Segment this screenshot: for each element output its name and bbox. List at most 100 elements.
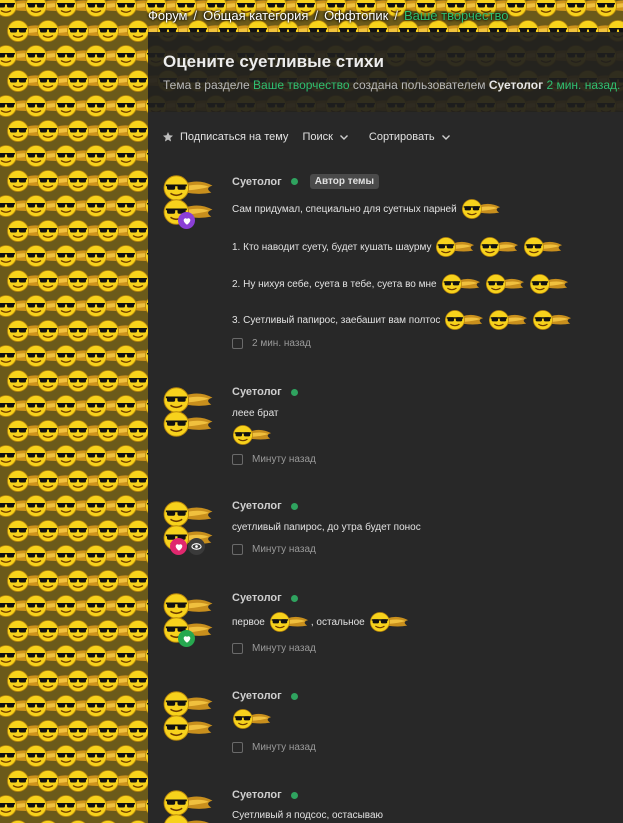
meta-author-link[interactable]: Суетолог [489, 78, 543, 92]
post-footer: Минуту назад [232, 454, 316, 465]
chevron-down-icon [339, 135, 348, 140]
post-time[interactable]: 2 мин. назад [252, 338, 311, 349]
sunglasses-smiley-icon [66, 19, 109, 42]
sunglasses-smiley-icon [36, 569, 79, 592]
select-checkbox[interactable] [232, 338, 243, 349]
sunglasses-smiley-icon [24, 144, 67, 167]
sunglasses-smiley-icon [162, 813, 214, 823]
sunglasses-smiley-icon [54, 44, 97, 67]
meta-section-link[interactable]: Ваше творчество [253, 78, 349, 92]
avatar[interactable] [162, 386, 216, 440]
post-author: Суетолог [232, 690, 298, 702]
sunglasses-smiley-icon [66, 69, 109, 92]
sunglasses-smiley-icon [24, 244, 67, 267]
sunglasses-smiley-icon [66, 719, 109, 742]
avatar[interactable] [162, 789, 216, 823]
sunglasses-smiley-icon [54, 194, 97, 217]
author-name[interactable]: Суетолог [232, 690, 282, 702]
sunglasses-smiley-icon [36, 669, 79, 692]
author-name[interactable]: Суетолог [232, 386, 282, 398]
sunglasses-smiley-icon [84, 144, 127, 167]
sunglasses-smiley-icon [24, 0, 67, 17]
sunglasses-smiley-icon [96, 569, 139, 592]
select-checkbox[interactable] [232, 544, 243, 555]
author-tag: Автор темы [309, 174, 379, 189]
avatar[interactable] [162, 690, 216, 744]
post-line: 1. Кто наводит суету, будет кушать шаурм… [232, 236, 563, 258]
sunglasses-smiley-icon [36, 469, 79, 492]
sunglasses-smiley-icon [6, 519, 49, 542]
sunglasses-smiley-icon [24, 594, 67, 617]
sort-dropdown[interactable]: Сортировать [369, 131, 457, 143]
sunglasses-smiley-icon [24, 694, 67, 717]
sunglasses-smiley-icon [0, 444, 37, 467]
sunglasses-smiley-icon [24, 544, 67, 567]
select-checkbox[interactable] [232, 643, 243, 654]
author-name[interactable]: Суетолог [232, 500, 282, 512]
sunglasses-smiley-icon [96, 119, 139, 142]
post-author: Суетолог [232, 500, 298, 512]
meta-time[interactable]: 2 мин. назад. [546, 78, 620, 92]
sunglasses-smiley-icon [114, 594, 157, 617]
author-name[interactable]: Суетолог [232, 789, 282, 801]
sunglasses-smiley-icon [24, 44, 67, 67]
sunglasses-smiley-icon [84, 644, 127, 667]
select-checkbox[interactable] [232, 742, 243, 753]
sunglasses-smiley-icon [6, 69, 49, 92]
sunglasses-smiley-icon [96, 169, 139, 192]
sunglasses-smiley-icon [84, 0, 127, 17]
post-footer: Минуту назад [232, 643, 316, 654]
sunglasses-smiley-icon [534, 0, 577, 17]
subscribe-button[interactable]: Подписаться на тему [162, 131, 288, 143]
post-time[interactable]: Минуту назад [252, 544, 316, 555]
breadcrumb-offtopic[interactable]: Оффтопик [324, 8, 388, 23]
sunglasses-smiley-icon [36, 769, 79, 792]
sunglasses-smiley-icon [36, 219, 79, 242]
sunglasses-smiley-icon [6, 219, 49, 242]
sunglasses-smiley-icon [36, 419, 79, 442]
sunglasses-smiley-icon [114, 344, 157, 367]
sunglasses-smiley-icon [594, 0, 623, 17]
sunglasses-smiley-icon [84, 244, 127, 267]
heart-badge-icon [170, 538, 187, 555]
sunglasses-smiley-icon [66, 819, 92, 823]
sunglasses-smiley-icon [54, 344, 97, 367]
sunglasses-smiley-icon [6, 419, 49, 442]
online-indicator [290, 178, 298, 185]
sunglasses-smiley-icon [6, 19, 49, 42]
post-footer: Минуту назад [232, 742, 316, 753]
post-line: леее брат [232, 408, 279, 419]
avatar[interactable] [162, 174, 216, 229]
post-time[interactable]: Минуту назад [252, 454, 316, 465]
post-time[interactable]: Минуту назад [252, 643, 316, 654]
select-checkbox[interactable] [232, 454, 243, 465]
meta-created-text: создана пользователем [352, 78, 486, 92]
author-name[interactable]: Суетолог [232, 592, 282, 604]
breadcrumb-creativity[interactable]: Ваше творчество [404, 8, 509, 23]
sunglasses-smiley-icon [66, 769, 109, 792]
search-dropdown[interactable]: Поиск [302, 131, 354, 143]
avatar[interactable] [162, 500, 216, 555]
post-author: Суетолог [232, 789, 298, 801]
sunglasses-smiley-icon [0, 94, 37, 117]
post-line [232, 708, 272, 730]
post-time[interactable]: Минуту назад [252, 742, 316, 753]
sunglasses-smiley-icon [54, 394, 97, 417]
sunglasses-smiley-icon [0, 494, 37, 517]
author-name[interactable]: Суетолог [232, 176, 282, 188]
sunglasses-smiley-icon [232, 708, 272, 730]
sunglasses-smiley-icon [0, 144, 37, 167]
sunglasses-smiley-icon [114, 0, 157, 17]
breadcrumb-general[interactable]: Общая категория [203, 8, 308, 23]
breadcrumb-forum[interactable]: Форум [148, 8, 188, 23]
sunglasses-smiley-icon [54, 594, 97, 617]
post-text: первое [232, 616, 265, 628]
sunglasses-smiley-icon [84, 194, 127, 217]
avatar[interactable] [162, 592, 216, 647]
sunglasses-smiley-icon [564, 0, 607, 17]
thread-meta: Тема в разделе Ваше творчество создана п… [163, 78, 623, 92]
sunglasses-smiley-icon [36, 519, 79, 542]
sunglasses-smiley-icon [96, 369, 139, 392]
sunglasses-smiley-icon [114, 694, 157, 717]
sunglasses-smiley-icon [96, 469, 139, 492]
